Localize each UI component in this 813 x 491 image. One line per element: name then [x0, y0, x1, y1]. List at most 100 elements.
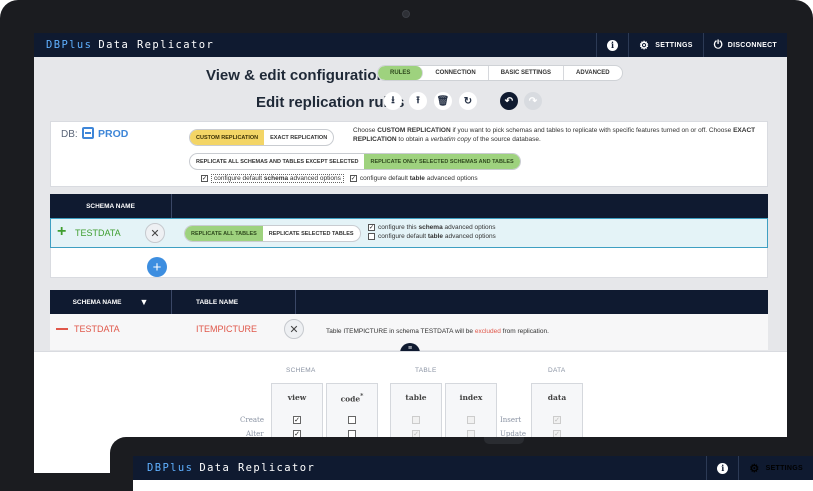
code-label: code	[340, 394, 361, 404]
cfg2-a: configure default	[378, 233, 428, 240]
schema-name: TESTDATA	[75, 228, 121, 238]
remove-table-button[interactable]: ✕	[284, 319, 304, 339]
row-create-label: Create	[240, 416, 264, 424]
replicate-all-except-option[interactable]: REPLICATE ALL SCHEMAS AND TABLES EXCEPT …	[190, 154, 364, 169]
page-title: View & edit configuration	[206, 67, 386, 84]
trash-icon[interactable]: 🗑	[434, 92, 452, 110]
tab-connection[interactable]: CONNECTION	[423, 66, 489, 80]
db-card: DB: PROD CUSTOM REPLICATION EXACT REPLIC…	[50, 121, 768, 187]
second-info-button[interactable]: i	[706, 456, 738, 480]
tab-basic-settings[interactable]: BASIC SETTINGS	[489, 66, 565, 80]
download-icon[interactable]: ⭳	[384, 92, 402, 110]
view-create-checkbox[interactable]: ✓	[293, 416, 301, 424]
gear-icon: ⚙	[749, 462, 760, 475]
opt1-a: configure default	[214, 175, 264, 182]
table-name-col: TABLE NAME	[172, 290, 296, 314]
column-code: code*	[326, 383, 378, 443]
second-brand-name: DBPlus	[147, 462, 194, 474]
redo-icon[interactable]: ↷	[524, 92, 542, 110]
reset-icon[interactable]: ↻	[459, 92, 477, 110]
table-options-line[interactable]: configure default table advanced options	[368, 233, 496, 240]
section-title: Edit replication rules	[256, 94, 405, 111]
index-create-checkbox[interactable]	[467, 416, 475, 424]
default-schema-label: configure default schema advanced option…	[211, 174, 344, 183]
excluded-table-header: SCHEMA NAME ▼ TABLE NAME	[50, 290, 768, 314]
excluded-table: ITEMPICTURE	[196, 324, 258, 334]
replication-mode-note: Choose CUSTOM REPLICATION if you want to…	[353, 126, 763, 144]
filter-icon[interactable]: ▼	[139, 297, 148, 307]
table-create-checkbox[interactable]	[412, 416, 420, 424]
config-tabs: RULES CONNECTION BASIC SETTINGS ADVANCED	[377, 65, 623, 81]
replicate-selected-tables-option[interactable]: REPLICATE SELECTED TABLES	[263, 226, 360, 241]
scope-toggle: REPLICATE ALL SCHEMAS AND TABLES EXCEPT …	[189, 153, 521, 170]
replication-mode-toggle: CUSTOM REPLICATION EXACT REPLICATION	[189, 129, 335, 146]
info-icon: i	[717, 462, 729, 474]
tab-advanced[interactable]: ADVANCED	[564, 66, 622, 80]
code-mark: *	[360, 393, 364, 400]
database-icon	[82, 127, 94, 139]
db-label: DB:	[61, 129, 78, 140]
cfg1-a: configure this	[378, 224, 419, 231]
second-brand-product: Data Replicator	[199, 462, 316, 474]
second-app-screen: DBPlus Data Replicator i ⚙ SETTINGS	[133, 456, 813, 491]
info-button[interactable]: i	[596, 33, 628, 57]
ex-note-ex: excluded	[474, 328, 501, 335]
custom-replication-option[interactable]: CUSTOM REPLICATION	[190, 130, 265, 145]
column-table: table ✓	[390, 383, 442, 443]
ex-note-a: Table ITEMPICTURE in schema TESTDATA wil…	[326, 328, 475, 335]
group-schema: SCHEMA	[286, 367, 316, 374]
note-text-2: if you want to pick schemas and tables t…	[450, 127, 734, 134]
table-options-checkbox[interactable]	[368, 233, 375, 240]
column-label: table	[405, 393, 427, 402]
tab-rules[interactable]: RULES	[378, 66, 424, 80]
column-view: view ✓ ✓	[271, 383, 323, 443]
upload-icon[interactable]: ⭱	[409, 92, 427, 110]
power-icon: ⏻	[713, 38, 723, 51]
default-schema-options[interactable]: ✓ configure default schema advanced opti…	[201, 174, 478, 183]
brand-name: DBPlus	[46, 39, 93, 51]
opt2-a: configure default	[359, 175, 410, 182]
default-table-label: configure default table advanced options	[360, 175, 478, 182]
replicate-only-selected-option[interactable]: REPLICATE ONLY SELECTED SCHEMAS AND TABL…	[364, 154, 520, 169]
code-create-checkbox[interactable]	[348, 416, 356, 424]
column-label: view	[287, 393, 307, 402]
note-bold-1: CUSTOM REPLICATION	[377, 127, 451, 134]
group-table: TABLE	[415, 367, 437, 374]
db-name: PROD	[98, 128, 129, 140]
column-index: index	[445, 383, 497, 443]
cfg1-c: advanced options	[442, 224, 496, 231]
ex-note-b: from replication.	[500, 328, 549, 335]
replicate-all-tables-option[interactable]: REPLICATE ALL TABLES	[185, 226, 263, 241]
cfg2-b: table	[427, 233, 444, 240]
cfg2-c: advanced options	[443, 233, 496, 240]
settings-label: SETTINGS	[655, 41, 693, 49]
opt2-b: table	[409, 175, 425, 182]
column-data: data ✓ ✓	[531, 383, 583, 443]
row-insert-label: Insert	[500, 416, 522, 424]
note-text-3: to obtain a	[396, 136, 431, 143]
disconnect-button[interactable]: ⏻ DISCONNECT	[702, 33, 787, 57]
opt1-c: advanced options	[288, 175, 341, 182]
default-schema-checkbox[interactable]: ✓	[201, 175, 208, 182]
note-text-1: Choose	[353, 127, 378, 134]
default-table-checkbox[interactable]: ✓	[349, 175, 357, 182]
schema-options-checkbox[interactable]: ✓	[368, 224, 375, 231]
undo-icon[interactable]: ↶	[500, 92, 518, 110]
note-italic: verbatim copy	[430, 136, 472, 143]
schema-options-label: configure this schema advanced options	[378, 224, 495, 231]
second-settings-button[interactable]: ⚙ SETTINGS	[738, 456, 813, 480]
opt2-c: advanced options	[424, 175, 478, 182]
exact-replication-option[interactable]: EXACT REPLICATION	[264, 130, 333, 145]
second-settings-label: SETTINGS	[765, 464, 803, 472]
remove-schema-button[interactable]: ✕	[145, 223, 165, 243]
add-schema-button[interactable]: +	[147, 257, 167, 277]
cfg1-b: schema	[418, 224, 443, 231]
settings-button[interactable]: ⚙ SETTINGS	[628, 33, 703, 57]
schema-name-col: SCHEMA NAME ▼	[50, 290, 172, 314]
brand-product: Data Replicator	[98, 39, 215, 51]
app-bar: DBPlus Data Replicator i ⚙ SETTINGS ⏻ DIS…	[34, 33, 787, 57]
minus-icon	[56, 328, 68, 330]
info-icon: i	[607, 39, 619, 51]
data-insert-checkbox[interactable]: ✓	[553, 416, 561, 424]
schema-options-line[interactable]: ✓ configure this schema advanced options	[368, 224, 495, 231]
